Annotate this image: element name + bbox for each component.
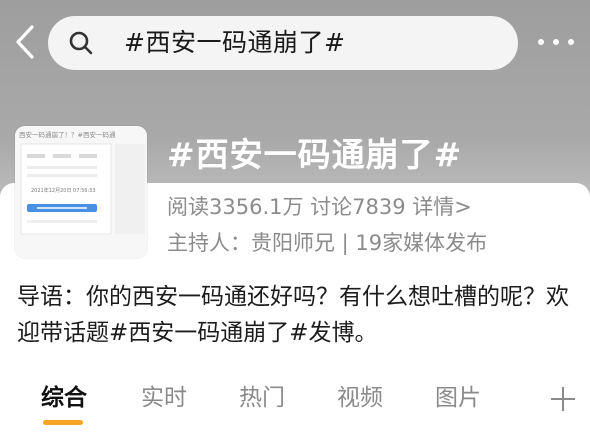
chevron-left-icon [16,25,34,59]
topic-intro: 导语：你的西安一码通还好吗？有什么想吐槽的呢？欢迎带话题#西安一码通崩了#发博。 [17,284,569,346]
back-button[interactable] [8,22,42,62]
cover-screenshot-illustration: 西安一码通崩了！？#西安一码通 2021年12月20日 07:56:33 [15,126,147,258]
search-bar[interactable]: #西安一码通崩了# [48,16,518,70]
svg-text:西安一码通崩了！？#西安一码通: 西安一码通崩了！？#西安一码通 [19,130,116,139]
topic-stats[interactable]: 阅读3356.1万 讨论7839 详情> [167,193,472,221]
tab-video[interactable]: 视频 [320,376,400,420]
tab-comprehensive[interactable]: 综合 [24,376,104,420]
search-icon [69,31,93,55]
topic-cover-image[interactable]: 西安一码通崩了！？#西安一码通 2021年12月20日 07:56:33 [15,126,147,258]
more-dots-icon [538,39,574,45]
tab-realtime[interactable]: 实时 [124,376,204,420]
topic-host[interactable]: 主持人：贵阳师兄 | 19家媒体发布 [167,229,487,257]
add-tab-button[interactable] [546,382,580,416]
search-query[interactable]: #西安一码通崩了# [124,27,345,59]
tab-bar: 综合 实时 热门 视频 图片 [0,376,590,424]
svg-text:2021年12月20日 07:56:33: 2021年12月20日 07:56:33 [31,187,96,194]
topic-title: #西安一码通崩了# [167,135,463,174]
active-tab-indicator [43,420,83,425]
tab-hot[interactable]: 热门 [222,376,302,420]
more-button[interactable] [530,28,582,56]
tab-images[interactable]: 图片 [418,376,498,420]
topic-page: #西安一码通崩了# 西安一码通崩了！？#西安一码通 2021年12月20日 07… [0,0,590,437]
plus-icon [551,387,575,411]
